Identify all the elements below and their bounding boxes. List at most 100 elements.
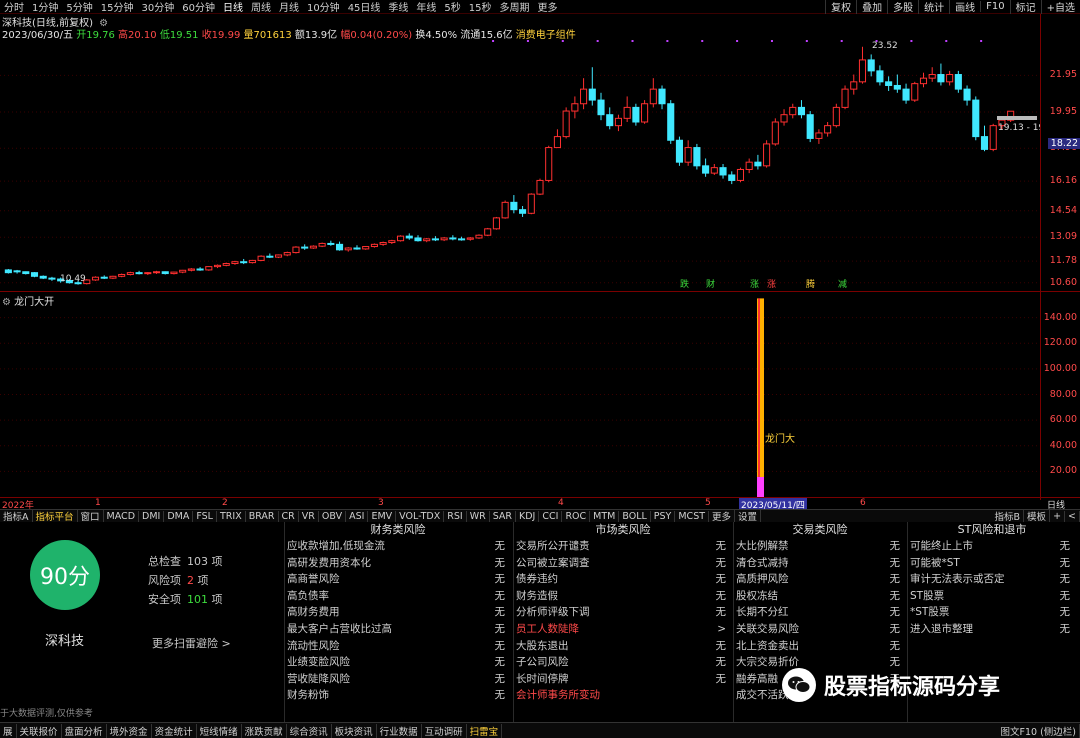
indicator-tab-14[interactable]: VOL-TDX (396, 511, 444, 522)
risk-item[interactable]: 高质押风险无 (734, 571, 906, 588)
risk-item[interactable]: 大股东退出无 (514, 638, 732, 655)
toolbar-button-6[interactable]: 标记 (1010, 0, 1041, 14)
risk-item[interactable]: 财务造假无 (514, 588, 732, 605)
period-tab-1[interactable]: 1分钟 (28, 0, 62, 14)
risk-item[interactable]: 股权冻结无 (734, 588, 906, 605)
toolbar-button-7[interactable]: +自选 (1041, 0, 1080, 14)
bottom-tab-3[interactable]: 境外资金 (107, 724, 152, 738)
indicator-tab-11[interactable]: OBV (319, 511, 346, 522)
risk-item[interactable]: 应收款增加,低现金流无 (285, 538, 511, 555)
bottom-tab-8[interactable]: 板块资讯 (332, 724, 377, 738)
risk-item[interactable]: 流动性风险无 (285, 638, 511, 655)
indicator-tab-24[interactable]: MCST (675, 511, 709, 522)
period-tab-14[interactable]: 15秒 (465, 0, 496, 14)
risk-item[interactable]: 高财务费用无 (285, 604, 511, 621)
risk-item[interactable]: 公司被立案调查无 (514, 555, 732, 572)
risk-item[interactable]: 业绩变脸风险无 (285, 654, 511, 671)
indicator-tab-2[interactable]: 窗口 (78, 509, 104, 523)
risk-item[interactable]: 大比例解禁无 (734, 538, 906, 555)
period-tab-13[interactable]: 5秒 (440, 0, 464, 14)
indicator-tab-21[interactable]: MTM (590, 511, 619, 522)
indicator-tab-12[interactable]: ASI (346, 511, 368, 522)
period-tab-12[interactable]: 年线 (412, 0, 440, 14)
indicator-tab-1[interactable]: 指标平台 (33, 509, 78, 523)
toolbar-button-0[interactable]: 复权 (825, 0, 856, 14)
risk-item[interactable]: 高研发费用资本化无 (285, 555, 511, 572)
indicator-tab-19[interactable]: CCI (539, 511, 562, 522)
risk-item[interactable]: 长期不分红无 (734, 604, 906, 621)
indicator-tab-6[interactable]: FSL (193, 511, 217, 522)
indicator-tab-18[interactable]: KDJ (516, 511, 539, 522)
period-tab-6[interactable]: 日线 (219, 0, 247, 14)
bottom-tab-4[interactable]: 资金统计 (152, 724, 197, 738)
indicator-tab-right-3[interactable]: < (1065, 511, 1080, 522)
indicator-chart[interactable]: 龙门大 (0, 292, 1040, 497)
indicator-tab-23[interactable]: PSY (651, 511, 676, 522)
risk-item[interactable]: 可能终止上市无 (908, 538, 1076, 555)
period-tab-15[interactable]: 多周期 (496, 0, 534, 14)
period-tab-11[interactable]: 季线 (384, 0, 412, 14)
more-risk-link[interactable]: 更多扫雷避险 > (152, 635, 231, 651)
risk-item[interactable]: 最大客户占营收比过高无 (285, 621, 511, 638)
risk-item[interactable]: 进入退市整理无 (908, 621, 1076, 638)
indicator-tab-15[interactable]: RSI (444, 511, 466, 522)
bottom-tab-2[interactable]: 盘面分析 (62, 724, 107, 738)
indicator-tab-25[interactable]: 更多 (709, 509, 735, 523)
risk-item[interactable]: 财务粉饰无 (285, 687, 511, 704)
risk-item[interactable]: 债券违约无 (514, 571, 732, 588)
indicator-tab-13[interactable]: EMV (368, 511, 396, 522)
bottom-right-button[interactable]: 图文F10 (侧边栏) (998, 724, 1080, 738)
risk-item[interactable]: 高商誉风险无 (285, 571, 511, 588)
period-tab-4[interactable]: 30分钟 (137, 0, 178, 14)
risk-item[interactable]: 审计无法表示或否定无 (908, 571, 1076, 588)
risk-item[interactable]: ST股票无 (908, 588, 1076, 605)
indicator-tab-26[interactable]: 设置 (735, 509, 761, 523)
risk-item[interactable]: 会计师事务所变动 (514, 687, 732, 704)
indicator-tab-right-2[interactable]: + (1050, 511, 1065, 522)
indicator-tab-4[interactable]: DMI (139, 511, 164, 522)
toolbar-button-4[interactable]: 画线 (949, 0, 980, 14)
indicator-tab-3[interactable]: MACD (104, 511, 139, 522)
bottom-tab-7[interactable]: 综合资讯 (287, 724, 332, 738)
risk-item[interactable]: 营收陡降风险无 (285, 671, 511, 688)
indicator-tab-5[interactable]: DMA (164, 511, 193, 522)
bottom-tab-10[interactable]: 互动调研 (422, 724, 467, 738)
indicator-tab-17[interactable]: SAR (490, 511, 516, 522)
period-tab-3[interactable]: 15分钟 (97, 0, 138, 14)
indicator-tab-right-1[interactable]: 模板 (1024, 509, 1050, 523)
bottom-tab-0[interactable]: 展 (0, 724, 17, 738)
risk-item[interactable]: 长时间停牌无 (514, 671, 732, 688)
period-tab-8[interactable]: 月线 (275, 0, 303, 14)
bottom-tab-11[interactable]: 扫雷宝 (467, 724, 503, 738)
indicator-tab-20[interactable]: ROC (562, 511, 590, 522)
risk-item[interactable]: 交易所公开谴责无 (514, 538, 732, 555)
risk-item[interactable]: 高负债率无 (285, 588, 511, 605)
risk-item[interactable]: 员工人数陡降> (514, 621, 732, 638)
bottom-tab-9[interactable]: 行业数据 (377, 724, 422, 738)
indicator-tab-7[interactable]: TRIX (217, 511, 246, 522)
risk-item[interactable]: 子公司风险无 (514, 654, 732, 671)
risk-item[interactable]: 关联交易风险无 (734, 621, 906, 638)
risk-item[interactable]: 分析师评级下调无 (514, 604, 732, 621)
period-tab-5[interactable]: 60分钟 (178, 0, 219, 14)
period-tab-9[interactable]: 10分钟 (303, 0, 344, 14)
period-tab-7[interactable]: 周线 (247, 0, 275, 14)
period-tab-16[interactable]: 更多 (534, 0, 562, 14)
period-tab-0[interactable]: 分时 (0, 0, 28, 14)
indicator-tab-22[interactable]: BOLL (619, 511, 650, 522)
toolbar-button-2[interactable]: 多股 (887, 0, 918, 14)
period-tab-10[interactable]: 45日线 (344, 0, 385, 14)
indicator-tab-16[interactable]: WR (467, 511, 490, 522)
indicator-tab-8[interactable]: BRAR (246, 511, 279, 522)
toolbar-button-1[interactable]: 叠加 (856, 0, 887, 14)
risk-item[interactable]: 可能被*ST无 (908, 555, 1076, 572)
toolbar-button-5[interactable]: F10 (980, 1, 1009, 12)
indicator-tab-0[interactable]: 指标A (0, 509, 33, 523)
bottom-tab-5[interactable]: 短线情绪 (197, 724, 242, 738)
risk-item[interactable]: 清仓式减持无 (734, 555, 906, 572)
risk-item[interactable]: *ST股票无 (908, 604, 1076, 621)
bottom-tab-1[interactable]: 关联报价 (17, 724, 62, 738)
period-tab-2[interactable]: 5分钟 (62, 0, 96, 14)
risk-item[interactable]: 北上资金卖出无 (734, 638, 906, 655)
indicator-tab-10[interactable]: VR (299, 511, 319, 522)
